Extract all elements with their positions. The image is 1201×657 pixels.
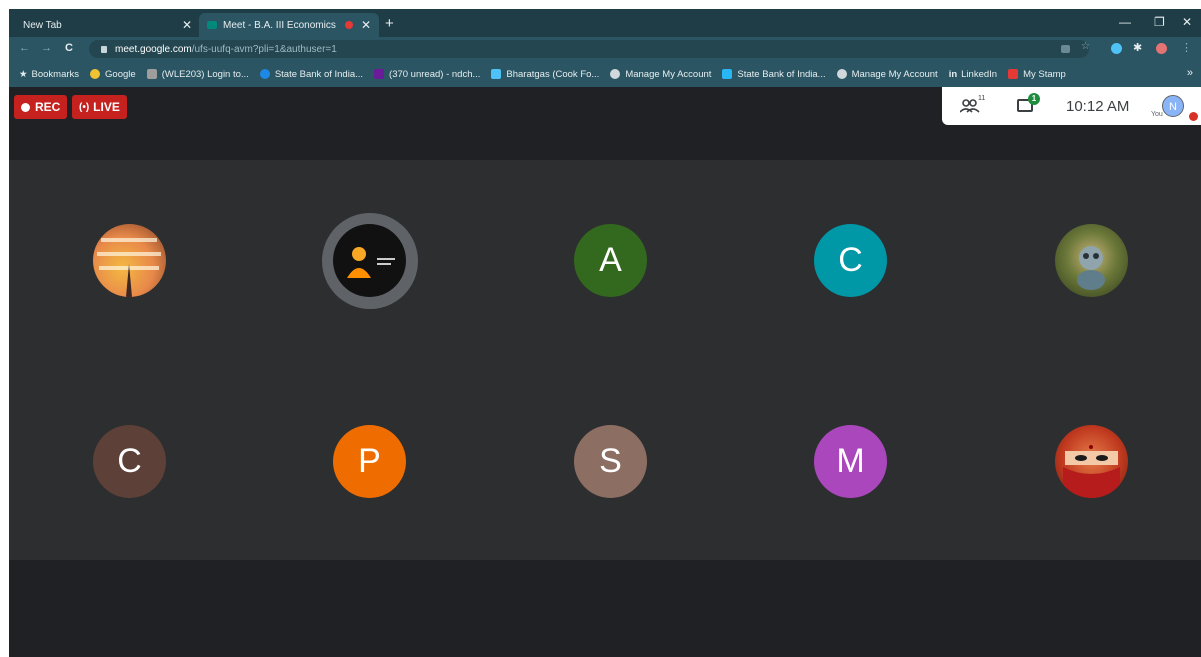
bookmark-item[interactable]: State Bank of India... xyxy=(722,68,826,80)
extension-icon[interactable] xyxy=(1111,43,1122,54)
bookmark-item[interactable]: (370 unread) - ndch... xyxy=(374,69,480,80)
bookmark-label: Manage My Account xyxy=(851,68,938,80)
live-badge[interactable]: (•) LIVE xyxy=(72,95,127,119)
menu-icon[interactable]: ⋮ xyxy=(1181,41,1192,54)
bookmark-item[interactable]: Google xyxy=(90,69,136,80)
bookmark-label: Bookmarks xyxy=(31,68,80,80)
page-icon xyxy=(146,69,157,79)
chat-badge: 1 xyxy=(1028,93,1040,105)
quote-photo-icon xyxy=(97,238,161,297)
participant-tile-photo[interactable] xyxy=(1055,224,1128,297)
recording-indicator-icon xyxy=(344,21,353,29)
bookmark-item[interactable]: My Stamp xyxy=(1008,69,1066,80)
bookmark-label: (WLE203) Login to... xyxy=(161,68,249,80)
tab-title: New Tab xyxy=(23,19,62,31)
tab-meet[interactable]: Meet - B.A. III Economics ✕ xyxy=(199,13,379,37)
buddha-photo-icon xyxy=(347,247,395,278)
participant-grid: A C C P S M xyxy=(9,160,1201,560)
bookmark-label: Google xyxy=(105,68,136,80)
bookmark-label: My Stamp xyxy=(1023,68,1066,80)
star-icon: ★ xyxy=(19,68,28,80)
participant-initial: M xyxy=(836,442,865,480)
meet-favicon-icon xyxy=(207,21,217,29)
reload-icon[interactable]: C xyxy=(65,42,73,54)
yahoo-mail-icon xyxy=(374,69,385,79)
globe-icon xyxy=(836,69,847,79)
bookmark-label: State Bank of India... xyxy=(737,68,826,80)
close-icon[interactable]: ✕ xyxy=(182,18,192,32)
window-close-icon[interactable]: ✕ xyxy=(1182,15,1192,29)
participant-tile-letter[interactable]: C xyxy=(814,224,887,297)
participant-initial: P xyxy=(358,442,381,480)
rec-badge[interactable]: REC xyxy=(14,95,68,119)
profile-avatar-icon[interactable] xyxy=(1156,43,1167,54)
meeting-info-bar: 11 1 10:12 AM You N xyxy=(942,87,1201,125)
participant-tile-photo[interactable] xyxy=(333,224,406,297)
bharatgas-icon xyxy=(491,69,502,79)
record-dot-icon xyxy=(21,102,30,112)
bookmark-label: Manage My Account xyxy=(625,68,712,80)
bookmark-label: State Bank of India... xyxy=(274,68,364,80)
bookmark-item[interactable]: (WLE203) Login to... xyxy=(146,68,249,80)
participant-initial: C xyxy=(838,241,863,279)
participant-tile-letter[interactable]: M xyxy=(814,425,887,498)
bookmark-label: LinkedIn xyxy=(961,68,998,80)
url-path: /ufs-uufq-avm?pli=1&authuser=1 xyxy=(191,43,337,55)
status-dot-icon xyxy=(1189,112,1198,121)
new-tab-button[interactable]: + xyxy=(385,15,394,32)
rec-label: REC xyxy=(35,100,61,114)
sbi-icon xyxy=(722,69,733,79)
clock-time: 10:12 AM xyxy=(1066,98,1130,115)
extensions-puzzle-icon[interactable]: ✱ xyxy=(1133,41,1144,54)
browser-window: New Tab ✕ Meet - B.A. III Economics ✕ + … xyxy=(9,9,1201,657)
google-icon xyxy=(90,69,101,79)
participant-tile-letter[interactable]: C xyxy=(93,425,166,498)
cartoon-photo-icon xyxy=(1077,246,1105,290)
stamp-icon xyxy=(1008,69,1019,79)
bookmark-label: Bharatgas (Cook Fo... xyxy=(506,68,600,80)
bookmarks-overflow-icon[interactable]: » xyxy=(1187,67,1193,79)
live-label: LIVE xyxy=(93,100,120,114)
participant-tile-letter[interactable]: A xyxy=(574,224,647,297)
participant-count: 11 xyxy=(978,95,986,102)
participant-tile-letter[interactable]: S xyxy=(574,425,647,498)
bookmark-label: (370 unread) - ndch... xyxy=(389,68,481,80)
live-broadcast-icon: (•) xyxy=(79,101,90,113)
participant-initial: S xyxy=(599,442,622,480)
restore-icon[interactable]: ❐ xyxy=(1154,15,1165,29)
tab-new-tab[interactable]: New Tab ✕ xyxy=(15,13,200,37)
linkedin-icon: in xyxy=(948,68,958,80)
participant-initial: A xyxy=(599,241,622,279)
participant-initial: C xyxy=(117,442,142,480)
url-input[interactable]: meet.google.com /ufs-uufq-avm?pli=1&auth… xyxy=(89,40,1089,58)
bookmark-item[interactable]: Manage My Account xyxy=(836,68,938,80)
participant-tile-letter[interactable]: P xyxy=(333,425,406,498)
self-avatar[interactable]: N xyxy=(1162,95,1184,117)
bookmarks-bar: ★ Bookmarks Google (WLE203) Login to... … xyxy=(9,61,1201,87)
url-host: meet.google.com xyxy=(115,43,192,55)
minimize-icon[interactable]: — xyxy=(1119,15,1131,29)
lock-icon xyxy=(101,45,107,53)
back-icon[interactable]: ← xyxy=(19,42,30,54)
bookmark-item[interactable]: Bharatgas (Cook Fo... xyxy=(491,69,599,80)
participant-tile-photo[interactable] xyxy=(1055,425,1128,498)
masked-face-photo-icon xyxy=(1063,445,1120,498)
globe-icon xyxy=(610,69,621,79)
forward-icon[interactable]: → xyxy=(41,42,52,54)
tab-bar: New Tab ✕ Meet - B.A. III Economics ✕ + … xyxy=(9,9,1201,37)
bookmark-item[interactable]: Manage My Account xyxy=(610,69,711,80)
bookmark-item[interactable]: in LinkedIn xyxy=(949,69,997,80)
sbi-icon xyxy=(259,69,270,79)
bookmark-star-icon[interactable]: ☆ xyxy=(1081,41,1092,52)
close-icon[interactable]: ✕ xyxy=(361,18,371,32)
meet-main: REC (•) LIVE 11 1 10:12 AM You N A C C P… xyxy=(9,87,1201,657)
cast-icon[interactable] xyxy=(1061,45,1070,53)
bookmark-item[interactable]: State Bank of India... xyxy=(259,68,364,80)
participant-tile-photo[interactable] xyxy=(93,224,166,297)
tab-title: Meet - B.A. III Economics xyxy=(223,19,336,31)
you-label: You xyxy=(1151,111,1163,118)
bookmark-item[interactable]: ★ Bookmarks xyxy=(19,69,79,80)
address-bar-row: ← → C meet.google.com /ufs-uufq-avm?pli=… xyxy=(9,37,1201,61)
